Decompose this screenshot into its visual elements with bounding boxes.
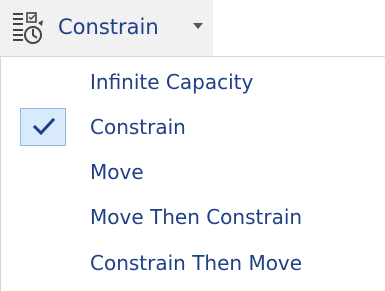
dropdown-caret-icon [193,23,203,29]
constrain-dropdown-label: Constrain [58,15,159,39]
menu-item-label: Constrain Then Move [90,251,303,275]
menu-item-constrain-then-move[interactable]: Constrain Then Move [1,243,384,287]
menu-item-label: Move [90,160,144,184]
menu-item-label: Constrain [90,115,186,139]
constraint-mode-icon [12,12,46,46]
checkmark-icon [32,117,56,137]
constrain-dropdown-button[interactable]: Constrain [0,0,213,56]
menu-item-label: Infinite Capacity [90,70,254,94]
dropdown-menu: Infinite Capacity Constrain Move Move Th… [0,56,385,291]
menu-item-infinite-capacity[interactable]: Infinite Capacity [1,62,384,106]
menu-item-move[interactable]: Move [1,152,384,196]
menu-item-move-then-constrain[interactable]: Move Then Constrain [1,197,384,241]
menu-item-constrain[interactable]: Constrain [1,107,384,151]
menu-item-label: Move Then Constrain [90,205,303,229]
selection-highlight [20,108,66,146]
